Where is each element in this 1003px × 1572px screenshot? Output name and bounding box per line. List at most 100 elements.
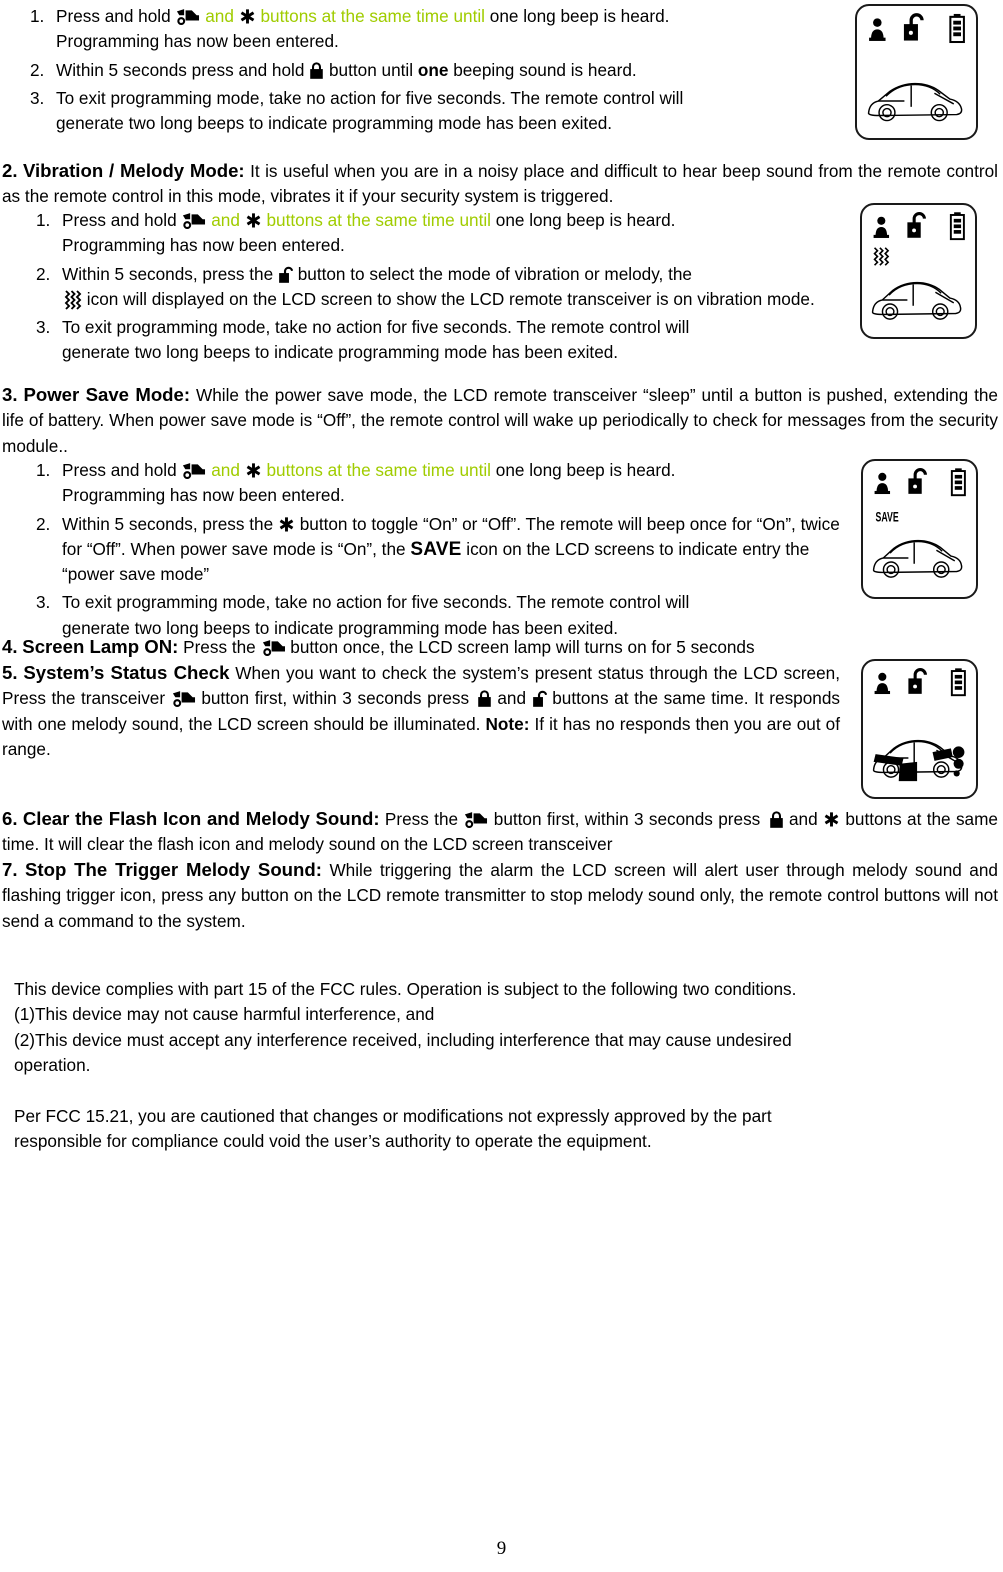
transceiver-icon xyxy=(181,462,206,480)
manual-page: 1. Press and hold and buttons at the sam… xyxy=(0,0,1003,1572)
section-4: 4. Screen Lamp ON: Press the button once… xyxy=(2,634,932,660)
lcd-panel-2 xyxy=(860,203,977,339)
fcc-line: responsible for compliance could void th… xyxy=(14,1131,652,1152)
unlock-icon xyxy=(907,212,926,238)
unlock-icon xyxy=(908,468,927,494)
list-marker: 2. xyxy=(30,59,45,80)
person-icon xyxy=(874,472,891,495)
section-2-steps: 1. Press and hold and buttons at the sam… xyxy=(36,208,842,366)
step-text: Press and hold xyxy=(56,6,171,26)
step-text: To exit programming mode, take no action… xyxy=(56,87,684,108)
section-7: 7. Stop The Trigger Melody Sound: While … xyxy=(2,857,998,934)
step-text: button to select the mode of vibration o… xyxy=(297,263,692,284)
fcc-line: operation. xyxy=(14,1055,91,1076)
step-text-green: and xyxy=(211,210,240,230)
list-marker: 3. xyxy=(36,592,51,613)
step-text-line2: generate two long beeps to indicate prog… xyxy=(56,113,613,134)
person-icon xyxy=(874,672,891,695)
section-text: Press the xyxy=(183,637,256,657)
section-3: 3. Power Save Mode: While the power save… xyxy=(2,382,998,459)
battery-icon xyxy=(949,212,965,241)
lcd-panel-4 xyxy=(861,659,978,799)
lock-icon xyxy=(309,61,324,80)
fcc-line: This device complies with part 15 of the… xyxy=(14,979,797,999)
section-number: 3. xyxy=(2,384,18,405)
battery-icon xyxy=(949,13,965,44)
page-number: 9 xyxy=(496,1538,507,1559)
fcc-line: (1)This device may not cause harmful int… xyxy=(14,1004,435,1025)
person-icon xyxy=(869,18,886,41)
transceiver-icon xyxy=(463,811,488,829)
step-text: Press and hold xyxy=(62,460,177,480)
star-icon xyxy=(823,810,840,829)
car-outline-icon xyxy=(871,281,962,320)
section-title: System’s Status Check xyxy=(23,662,230,683)
step-text-green: buttons at the same time until xyxy=(266,460,491,480)
transceiver-icon xyxy=(261,639,286,657)
vibration-icon xyxy=(873,247,890,266)
lcd-panel-1 xyxy=(855,4,978,140)
person-icon xyxy=(873,216,890,238)
list-item: 1. Press and hold and buttons at the sam… xyxy=(36,208,842,259)
section-number: 6. xyxy=(2,808,18,829)
unlock-icon xyxy=(908,668,927,694)
step-text-line2: generate two long beeps to indicate prog… xyxy=(62,342,619,363)
battery-icon xyxy=(950,668,966,697)
unlock-icon xyxy=(532,689,547,708)
lcd-save-text: SAVE xyxy=(876,508,899,524)
step-text: To exit programming mode, take no action… xyxy=(62,317,690,338)
section-title: Clear the Flash Icon and Melody Sound: xyxy=(22,808,380,829)
unlock-icon xyxy=(903,13,924,41)
list-marker: 3. xyxy=(36,317,51,338)
car-outline-icon xyxy=(867,82,963,122)
list-item: 2. Within 5 seconds, press the button to… xyxy=(36,512,848,588)
section-title: Vibration / Melody Mode: xyxy=(22,160,245,181)
list-marker: 2. xyxy=(36,513,51,534)
star-icon xyxy=(245,461,262,480)
transceiver-icon xyxy=(171,690,196,708)
list-marker: 1. xyxy=(36,460,51,480)
step-text-bold: one xyxy=(417,59,449,80)
step-text-line2: Programming has now been entered. xyxy=(56,31,339,52)
step-text: icon will displayed on the LCD screen to… xyxy=(86,288,815,309)
fcc-line: Per FCC 15.21, you are cautioned that ch… xyxy=(14,1105,772,1126)
lock-icon xyxy=(769,810,784,829)
step-text: To exit programming mode, take no action… xyxy=(62,592,690,613)
section-number: 5. xyxy=(2,662,18,683)
step-text: Within 5 seconds, press the xyxy=(62,513,274,534)
section-6: 6. Clear the Flash Icon and Melody Sound… xyxy=(2,806,998,858)
step-text-green: and xyxy=(211,460,240,480)
lcd-panel-3: SAVE xyxy=(861,459,978,599)
step-text: Within 5 seconds, press the xyxy=(62,263,274,284)
step-text-green: buttons at the same time until xyxy=(266,210,491,230)
step-text: Press and hold xyxy=(62,210,177,230)
list-marker: 1. xyxy=(30,6,45,26)
list-marker: 1. xyxy=(36,210,51,230)
section-2: 2. Vibration / Melody Mode: It is useful… xyxy=(2,158,998,210)
section-title: Screen Lamp ON: xyxy=(22,636,179,657)
section-5: 5. System’s Status Check When you want t… xyxy=(2,660,840,762)
list-item: 1. Press and hold and buttons at the sam… xyxy=(36,458,848,509)
lock-icon xyxy=(477,689,492,708)
unlock-icon xyxy=(278,265,293,284)
section-text: button once, the LCD screen lamp will tu… xyxy=(290,637,755,657)
section-text: and xyxy=(497,688,527,709)
battery-icon xyxy=(950,468,966,497)
section-3-steps: 1. Press and hold and buttons at the sam… xyxy=(36,458,848,641)
save-icon-text: SAVE xyxy=(410,538,462,560)
list-marker: 2. xyxy=(36,263,51,284)
step-text: one long beep is heard. xyxy=(495,460,676,480)
star-icon xyxy=(239,7,256,26)
car-outline-icon xyxy=(872,539,963,578)
section-text: button first, within 3 seconds press xyxy=(201,688,470,709)
section-number: 7. xyxy=(2,859,18,880)
top-steps-list: 1. Press and hold and buttons at the sam… xyxy=(30,4,840,136)
note-label: Note: xyxy=(485,713,530,734)
list-item: 3. To exit programming mode, take no act… xyxy=(36,315,842,366)
transceiver-icon xyxy=(175,8,200,26)
vibration-icon xyxy=(62,289,82,311)
step-text: Within 5 seconds press and hold xyxy=(56,59,305,80)
list-marker: 3. xyxy=(30,87,45,108)
section-number: 2. xyxy=(2,160,18,181)
star-icon xyxy=(245,211,262,230)
